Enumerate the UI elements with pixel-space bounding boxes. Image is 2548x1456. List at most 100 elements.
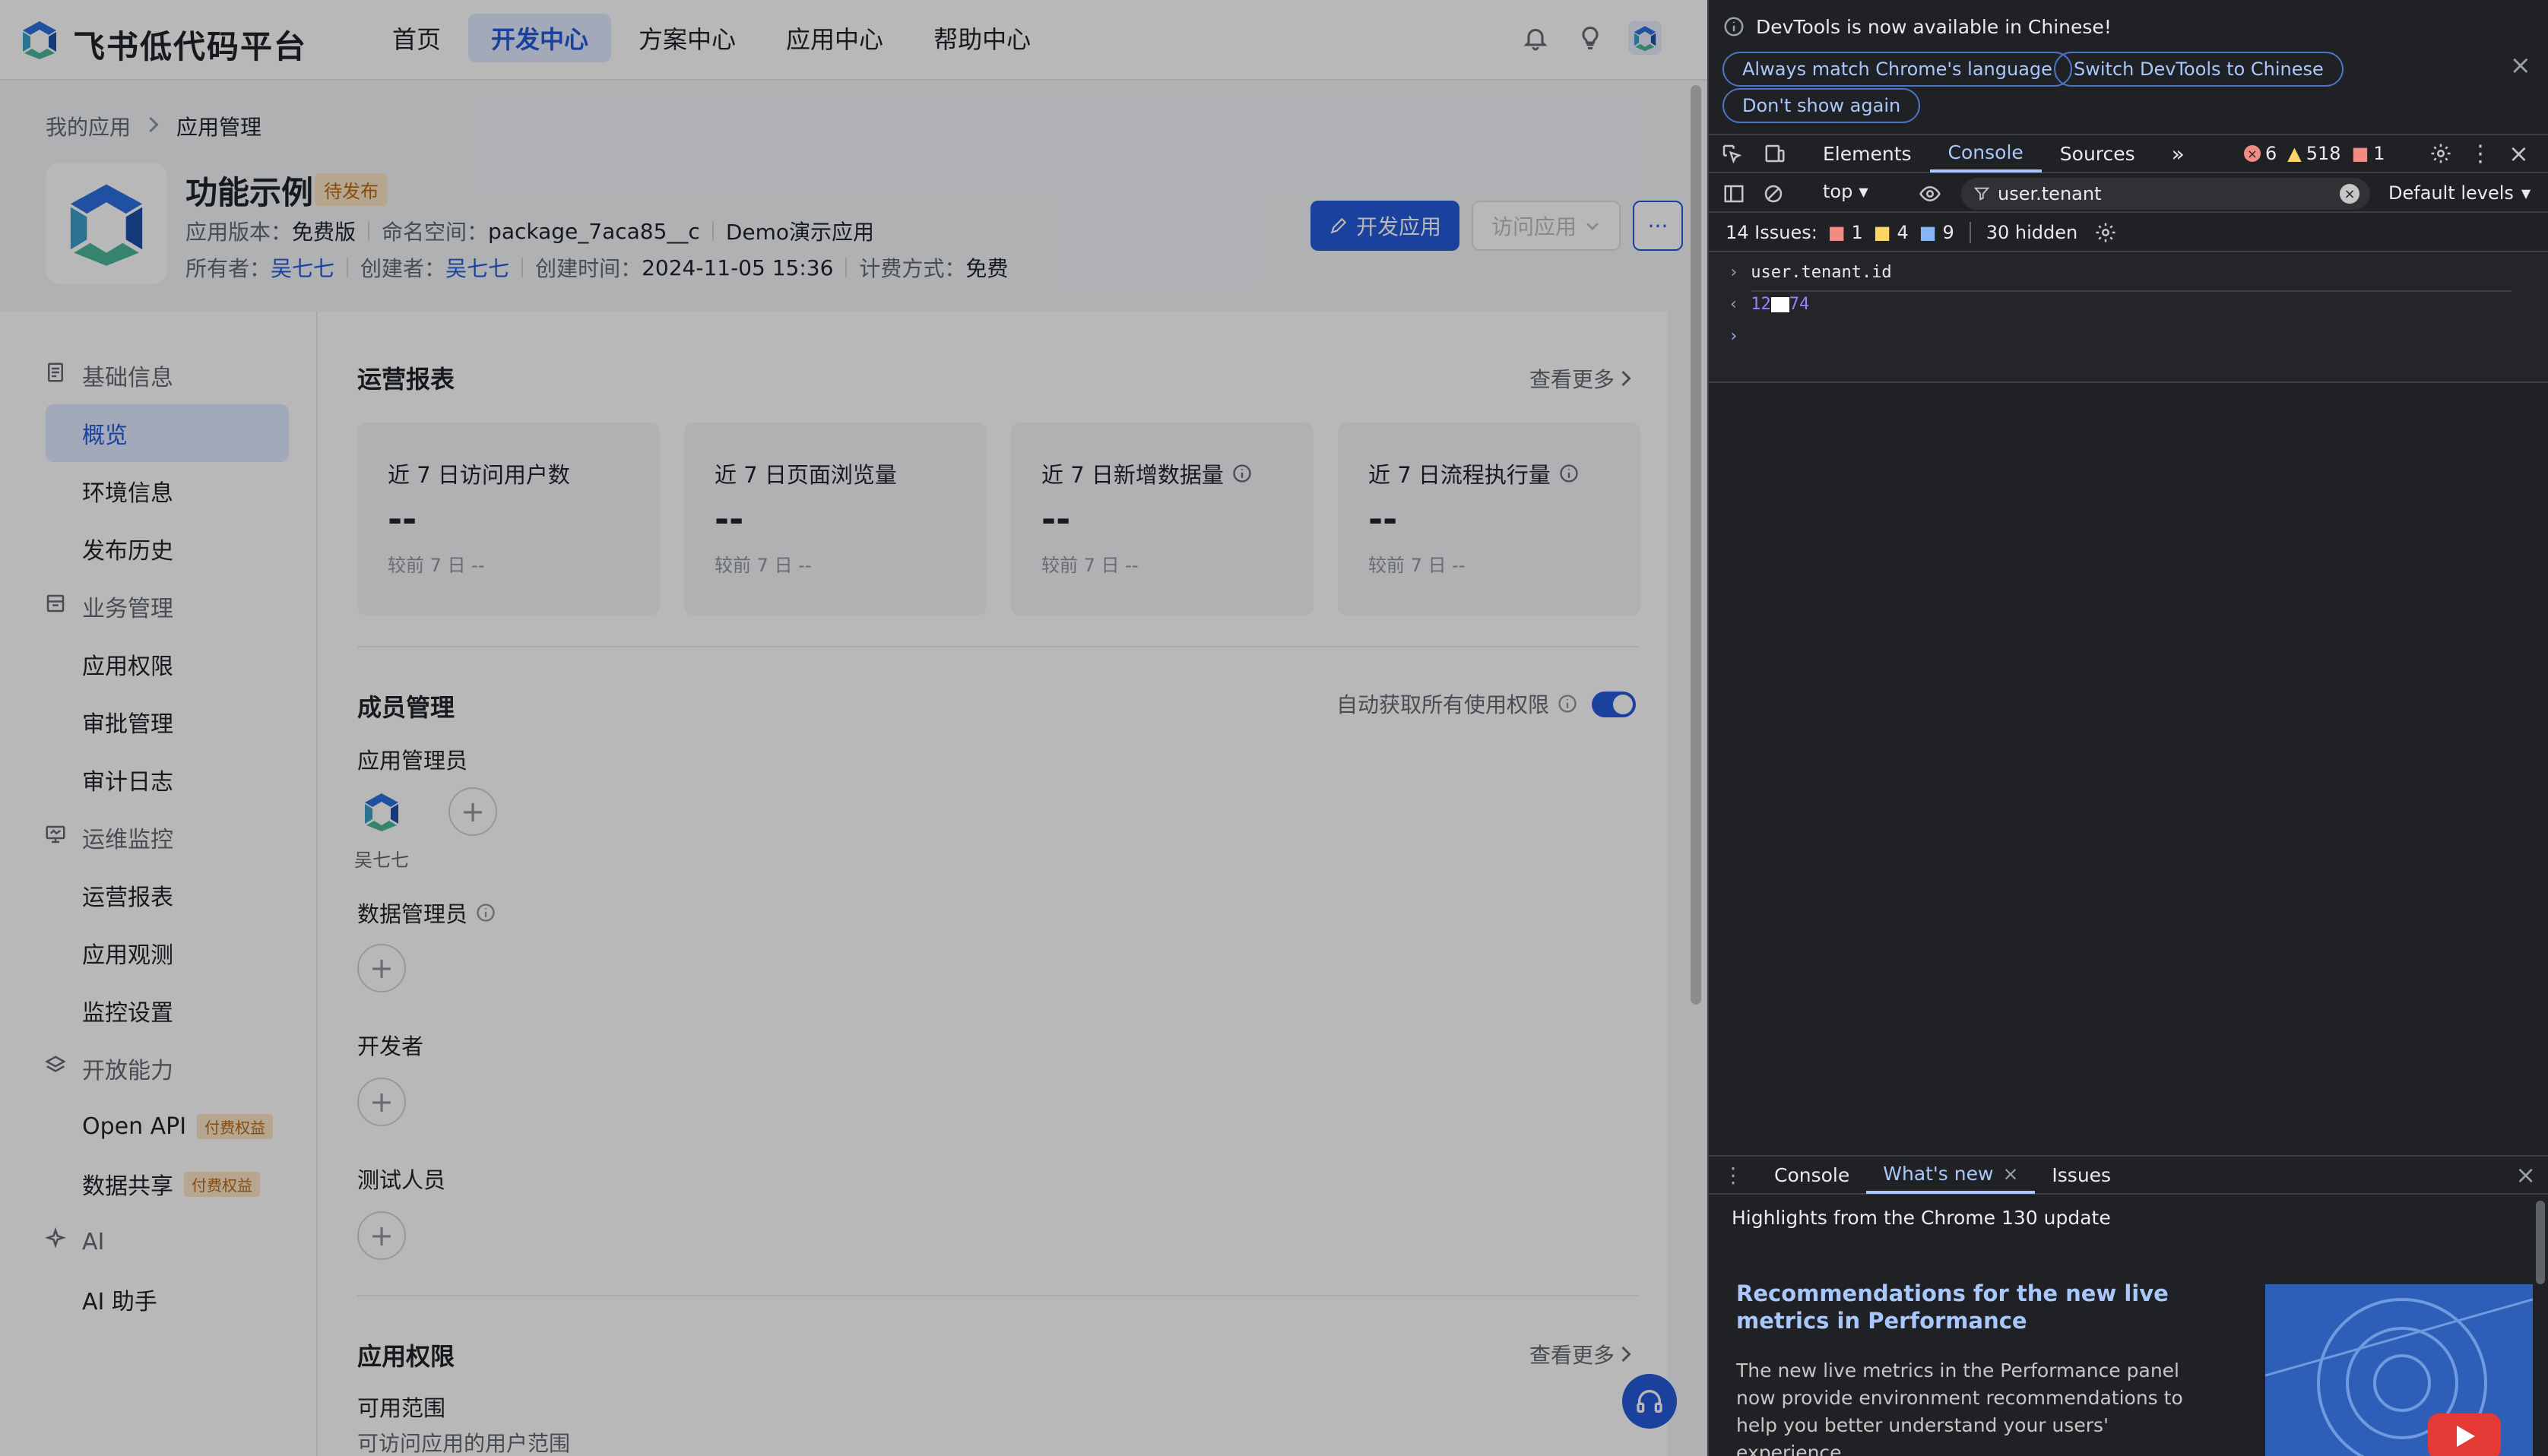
close-tab-icon[interactable]: × xyxy=(2002,1163,2018,1185)
add-tester-button[interactable]: + xyxy=(357,1211,406,1260)
tab-console[interactable]: Console xyxy=(1929,135,2042,173)
whats-new-label: What's new xyxy=(1883,1162,1994,1185)
inspect-element-icon[interactable] xyxy=(1709,142,1754,165)
app-title: 功能示例 xyxy=(185,174,314,211)
sidebar-toggle-icon[interactable] xyxy=(1722,182,1745,208)
metric-label-row: 近 7 日新增数据量 xyxy=(1041,457,1253,489)
metric-label: 近 7 日新增数据量 xyxy=(1041,462,1224,488)
info-icon[interactable] xyxy=(1557,693,1578,714)
add-data-admin-button[interactable]: + xyxy=(357,944,406,992)
metric-compare: 较前 7 日 -- xyxy=(715,555,812,576)
whats-new-video-thumbnail[interactable] xyxy=(2265,1284,2533,1456)
nav-app-center[interactable]: 应用中心 xyxy=(763,14,906,62)
sidebar-item[interactable]: 审批管理 xyxy=(0,693,289,751)
sidebar-group[interactable]: 开放能力 xyxy=(0,1040,316,1097)
info-icon[interactable] xyxy=(1558,463,1580,484)
eye-icon[interactable] xyxy=(1917,182,1943,208)
add-admin-button[interactable]: + xyxy=(448,787,497,836)
page-scrollbar-thumb[interactable] xyxy=(1691,85,1701,1005)
metric-value: -- xyxy=(1368,499,1398,540)
error-icon: × xyxy=(2244,145,2261,162)
whats-new-scrollbar[interactable] xyxy=(2536,1201,2545,1284)
log-levels-dropdown[interactable]: Default levels ▼ xyxy=(2388,182,2531,204)
add-developer-button[interactable]: + xyxy=(357,1078,406,1126)
nav-solutions[interactable]: 方案中心 xyxy=(616,14,759,62)
visit-app-button[interactable]: 访问应用 xyxy=(1472,201,1621,251)
owner-link[interactable]: 吴七七 xyxy=(271,252,334,283)
close-devtools-icon[interactable]: × xyxy=(2508,139,2529,168)
sidebar-item[interactable]: 审计日志 xyxy=(0,751,289,809)
report-more-link[interactable]: 查看更多 xyxy=(1529,363,1633,394)
whats-new-heading[interactable]: Recommendations for the new live metrics… xyxy=(1736,1280,2223,1334)
metric-compare: 较前 7 日 -- xyxy=(1041,555,1139,576)
sidebar-item[interactable]: 发布历史 xyxy=(0,520,289,578)
sidebar-item[interactable]: 监控设置 xyxy=(0,982,289,1040)
platform-logo-icon xyxy=(23,21,56,59)
nav-home[interactable]: 首页 xyxy=(369,14,464,62)
device-toolbar-icon[interactable] xyxy=(1754,142,1795,165)
admin-avatar[interactable] xyxy=(357,787,406,836)
auto-permission-toggle[interactable] xyxy=(1592,692,1636,717)
issues-settings-icon[interactable] xyxy=(2094,221,2117,244)
billing-value: 免费 xyxy=(965,256,1009,281)
dont-show-again-button[interactable]: Don't show again xyxy=(1722,88,1921,123)
close-drawer-icon[interactable]: × xyxy=(2515,1160,2536,1189)
caret-down-icon: ▼ xyxy=(2521,185,2531,201)
info-icon[interactable] xyxy=(475,902,496,923)
sidebar-group[interactable]: 运维监控 xyxy=(0,809,316,866)
clear-filter-icon[interactable]: × xyxy=(2340,184,2359,204)
more-tabs-icon[interactable]: » xyxy=(2153,135,2203,173)
develop-app-button[interactable]: 开发应用 xyxy=(1310,201,1459,251)
nav-help-center[interactable]: 帮助中心 xyxy=(911,14,1054,62)
brand-name[interactable]: 飞书低代码平台 xyxy=(73,21,307,68)
sidebar-item[interactable]: Open API 付费权益 xyxy=(0,1097,289,1155)
sidebar-item[interactable]: 环境信息 xyxy=(0,462,289,520)
sidebar-item[interactable]: 应用观测 xyxy=(0,924,289,982)
error-warning-counts[interactable]: × 6 ▲ 518 ■ 1 xyxy=(2244,143,2385,164)
info-icon[interactable] xyxy=(1231,463,1253,484)
creator-label: 创建者： xyxy=(360,256,446,281)
user-avatar[interactable] xyxy=(1628,21,1662,55)
support-button[interactable] xyxy=(1622,1374,1677,1429)
kebab-menu-icon[interactable]: ⋮ xyxy=(2469,141,2492,167)
settings-gear-icon[interactable] xyxy=(2429,142,2452,165)
lightbulb-icon[interactable] xyxy=(1573,21,1607,55)
drawer-tab-console[interactable]: Console xyxy=(1757,1156,1866,1194)
sidebar-group[interactable]: AI xyxy=(0,1213,316,1271)
sidebar-item[interactable]: 运营报表 xyxy=(0,866,289,924)
sidebar-item[interactable]: AI 助手 xyxy=(0,1271,289,1328)
context-selector[interactable]: top ▼ xyxy=(1823,181,1868,202)
more-actions-button[interactable]: ··· xyxy=(1633,201,1683,251)
devtools-tabbar: Elements Console Sources » × 6 ▲ 518 ■ 1… xyxy=(1709,134,2548,173)
console-filter-input[interactable]: user.tenant × xyxy=(1961,178,2370,210)
console-prompt[interactable]: › xyxy=(1729,327,1738,346)
close-notice-icon[interactable]: × xyxy=(2510,50,2532,81)
creator-link[interactable]: 吴七七 xyxy=(445,252,509,283)
breadcrumb-my-apps[interactable]: 我的应用 xyxy=(46,111,131,141)
sidebar-group[interactable]: 业务管理 xyxy=(0,578,316,635)
sidebar-item[interactable]: 数据共享 付费权益 xyxy=(0,1155,289,1213)
app-meta-row-2: 所有者： 吴七七 创建者： 吴七七 创建时间： 2024-11-05 15:36… xyxy=(185,252,1008,283)
drawer-tab-whats-new[interactable]: What's new × xyxy=(1866,1156,2036,1194)
visit-app-label: 访问应用 xyxy=(1491,214,1577,239)
drawer-menu-icon[interactable]: ⋮ xyxy=(1709,1163,1757,1188)
sidebar-group[interactable]: 基础信息 xyxy=(0,347,316,404)
nav-dev-center[interactable]: 开发中心 xyxy=(468,14,612,62)
tab-sources[interactable]: Sources xyxy=(2042,135,2153,173)
main-content: 运营报表 查看更多 近 7 日访问用户数 -- 较前 7 日 -- 近 7 日页面浏览… xyxy=(316,312,1668,1456)
result-suffix: 74 xyxy=(1789,295,1810,314)
sidebar-item[interactable]: 应用权限 xyxy=(0,635,289,693)
switch-chinese-button[interactable]: Switch DevTools to Chinese xyxy=(2054,52,2344,87)
clear-console-icon[interactable] xyxy=(1762,182,1785,208)
sidebar-item[interactable]: 概览 xyxy=(46,404,289,462)
drawer-tab-issues[interactable]: Issues xyxy=(2035,1156,2128,1194)
issues-bar[interactable]: 14 Issues: ■ 1 ■ 4 ■ 9 30 hidden xyxy=(1709,214,2548,252)
tab-elements[interactable]: Elements xyxy=(1805,135,1930,173)
app-window: 飞书低代码平台 首页 开发中心 方案中心 应用中心 帮助中心 我的应用 应用管理… xyxy=(0,0,1707,1456)
bell-icon[interactable] xyxy=(1519,21,1552,55)
match-language-button[interactable]: Always match Chrome's language xyxy=(1722,52,2072,87)
sidebar-item-label: 应用观测 xyxy=(82,942,173,969)
admin-avatar-icon xyxy=(365,793,398,831)
caret-down-icon: ▼ xyxy=(1859,184,1868,199)
permissions-more-link[interactable]: 查看更多 xyxy=(1529,1339,1633,1369)
